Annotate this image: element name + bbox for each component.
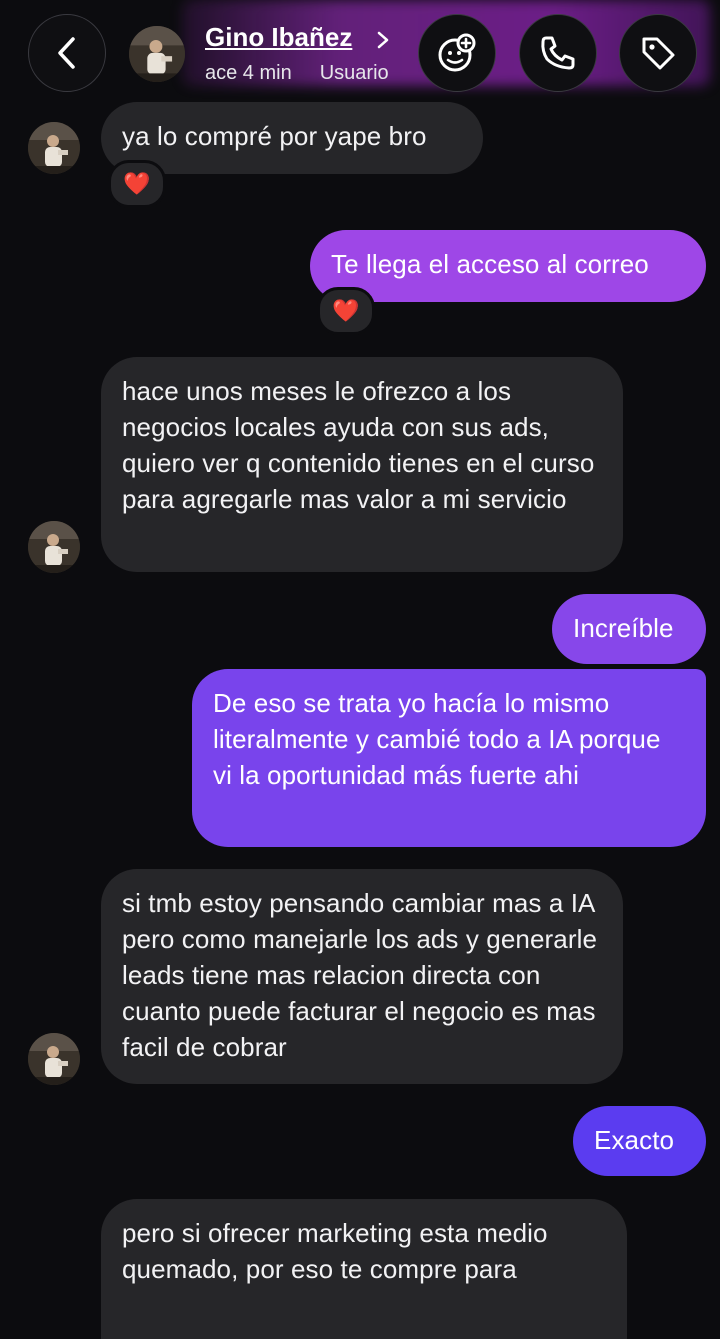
heart-icon: ❤️ xyxy=(123,171,151,196)
message-bubble[interactable]: pero si ofrecer marketing esta medio que… xyxy=(101,1199,627,1339)
phone-icon xyxy=(541,36,575,70)
sticker-face-icon xyxy=(438,33,476,72)
message-bubble[interactable]: Increíble xyxy=(552,594,706,664)
effects-button[interactable] xyxy=(418,14,496,92)
tag-button[interactable] xyxy=(619,14,697,92)
contact-subtitle: Usuario xyxy=(319,62,389,84)
contact-avatar[interactable] xyxy=(28,122,80,174)
chat-header: Gino Ibañez ace 4 min Usuario xyxy=(0,0,720,100)
heart-reaction[interactable]: ❤️ xyxy=(317,287,375,335)
chevron-right-icon[interactable] xyxy=(376,30,390,50)
avatar-photo-icon xyxy=(129,26,185,82)
avatar-photo-icon xyxy=(28,521,80,573)
call-button[interactable] xyxy=(519,14,597,92)
contact-status: ace 4 min Usuario xyxy=(205,62,415,85)
contact-avatar[interactable] xyxy=(28,1033,80,1085)
active-status: ace 4 min xyxy=(205,62,292,84)
contact-avatar[interactable] xyxy=(28,521,80,573)
message-bubble[interactable]: ya lo compré por yape bro xyxy=(101,102,483,174)
header-avatar[interactable] xyxy=(129,26,185,82)
avatar-photo-icon xyxy=(28,1033,80,1085)
message-bubble[interactable]: Te llega el acceso al correo xyxy=(310,230,706,302)
heart-reaction[interactable]: ❤️ xyxy=(108,160,166,208)
heart-icon: ❤️ xyxy=(332,298,360,323)
back-button[interactable] xyxy=(28,14,106,92)
contact-name[interactable]: Gino Ibañez xyxy=(205,22,352,53)
avatar-photo-icon xyxy=(28,122,80,174)
chat-thread[interactable]: ya lo compré por yape bro ❤️ Te llega el… xyxy=(0,0,720,1339)
message-bubble[interactable]: Exacto xyxy=(573,1106,706,1176)
message-bubble[interactable]: De eso se trata yo hacía lo mismo litera… xyxy=(192,669,706,847)
tag-icon xyxy=(642,37,675,70)
message-bubble[interactable]: hace unos meses le ofrezco a los negocio… xyxy=(101,357,623,572)
message-bubble[interactable]: si tmb estoy pensando cambiar mas a IA p… xyxy=(101,869,623,1084)
chevron-left-icon xyxy=(58,37,75,69)
